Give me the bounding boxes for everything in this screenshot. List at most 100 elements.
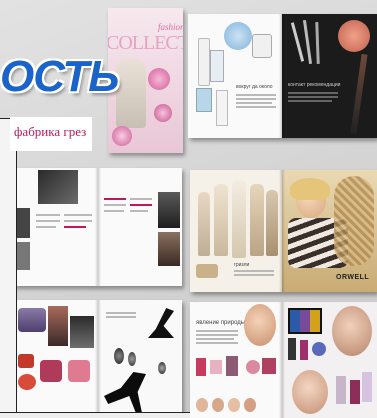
cover-fashion-word: fashion — [158, 22, 183, 32]
fashion-photo-right-page: ORWELL — [282, 170, 377, 292]
cosmetic-product — [262, 358, 276, 374]
fashion-photo — [158, 232, 180, 266]
model-figure — [250, 184, 264, 256]
earring — [158, 362, 166, 374]
wicker-chair — [334, 176, 374, 266]
text-line — [130, 210, 148, 212]
cosmetic-jar — [252, 34, 272, 58]
accessories-left-page — [14, 300, 98, 418]
makeup-right-page — [282, 302, 377, 418]
eyeshadow-palette — [288, 308, 322, 334]
makeup-brush — [315, 21, 320, 65]
fashion-text-right-page — [98, 168, 182, 286]
cosmetic-product — [246, 360, 260, 374]
face-thumbnail — [196, 398, 208, 412]
cover-model — [116, 58, 146, 128]
fashion-photo — [38, 170, 78, 204]
makeup-brush — [290, 22, 305, 62]
cosmetic-bottle — [198, 38, 210, 86]
text-line — [196, 338, 234, 340]
frame-border-bottom — [0, 412, 190, 418]
accessories-right-page — [98, 300, 182, 418]
cover-flower — [112, 126, 132, 146]
accessory-item — [18, 354, 34, 368]
text-line — [36, 226, 56, 228]
makeup-spread: явление природы — [190, 302, 377, 418]
text-line — [106, 316, 136, 318]
beauty-left-heading: вокруг да около — [236, 84, 273, 90]
fashion-text-spread — [14, 168, 182, 286]
accessory-item — [68, 360, 90, 382]
text-line — [104, 204, 126, 206]
text-line — [64, 214, 92, 216]
text-line — [234, 274, 274, 276]
text-line — [236, 94, 276, 96]
high-heel-shoe — [148, 308, 174, 338]
face-thumbnail — [228, 398, 240, 412]
model-figure — [266, 190, 278, 256]
face-thumbnail — [244, 398, 256, 412]
cosmetic-product — [210, 360, 222, 374]
handbag — [18, 308, 46, 332]
text-line — [196, 342, 238, 344]
accessories-spread — [14, 300, 182, 418]
fashion-photo-spread: гризли ORWELL — [190, 170, 377, 292]
blush-compact — [338, 20, 370, 52]
fashion-photo-left-page: гризли — [190, 170, 282, 292]
text-line — [130, 204, 152, 206]
beauty-right-heading: контакт рекомендации — [288, 82, 341, 88]
text-line — [64, 226, 86, 228]
cosmetic-product — [300, 340, 308, 360]
makeup-brush — [350, 53, 368, 135]
spread-gutter — [95, 168, 101, 286]
model-face — [244, 304, 276, 346]
text-line — [36, 220, 60, 222]
beauty-left-page: вокруг да около — [188, 14, 282, 138]
earring — [114, 348, 124, 364]
text-line — [236, 98, 276, 100]
fashion-heading: гризли — [234, 262, 250, 268]
fashion-photo — [70, 316, 94, 348]
cover-title: COLLECTION — [108, 32, 183, 54]
text-line — [288, 96, 338, 98]
spread-gutter — [279, 302, 285, 418]
beauty-right-page: контакт рекомендации — [282, 14, 377, 138]
model-figure — [198, 192, 210, 256]
text-line — [236, 102, 272, 104]
frame-border — [0, 118, 17, 414]
model-hair — [290, 178, 330, 200]
magazine-cover: COLLECTION fashion — [108, 8, 183, 153]
cosmetic-product — [288, 338, 296, 360]
caption-text: фабрика грез — [14, 124, 87, 139]
model-face — [332, 306, 372, 356]
accessory-item — [40, 360, 62, 382]
spread-gutter — [279, 170, 285, 292]
text-line — [288, 92, 338, 94]
cosmetic-product — [362, 372, 372, 402]
model-face — [292, 370, 328, 414]
cover-flower — [154, 104, 172, 122]
makeup-brush — [302, 20, 313, 64]
brand-logo: ORWELL — [336, 274, 370, 281]
earring — [128, 352, 136, 366]
makeup-heading: явление природы — [196, 320, 246, 326]
fashion-text-left-page — [14, 168, 98, 286]
spread-gutter — [279, 14, 285, 138]
text-line — [104, 210, 124, 212]
powder-puff — [224, 22, 252, 50]
face-thumbnail — [212, 398, 224, 412]
caption-box: фабрика грез — [10, 117, 92, 151]
model-figure — [232, 180, 246, 258]
cosmetic-product — [196, 358, 206, 376]
text-line — [196, 334, 238, 336]
cosmetic-product — [312, 342, 326, 356]
accessory-photo — [196, 264, 218, 278]
high-heel-shoe — [104, 372, 146, 412]
fashion-photo — [48, 306, 68, 346]
text-line — [130, 198, 152, 200]
fashion-photo — [16, 208, 30, 238]
cosmetic-bottle — [196, 88, 212, 112]
logo: ОСТЬ — [0, 52, 119, 101]
text-line — [236, 106, 276, 108]
cosmetic-bottle — [210, 50, 224, 82]
